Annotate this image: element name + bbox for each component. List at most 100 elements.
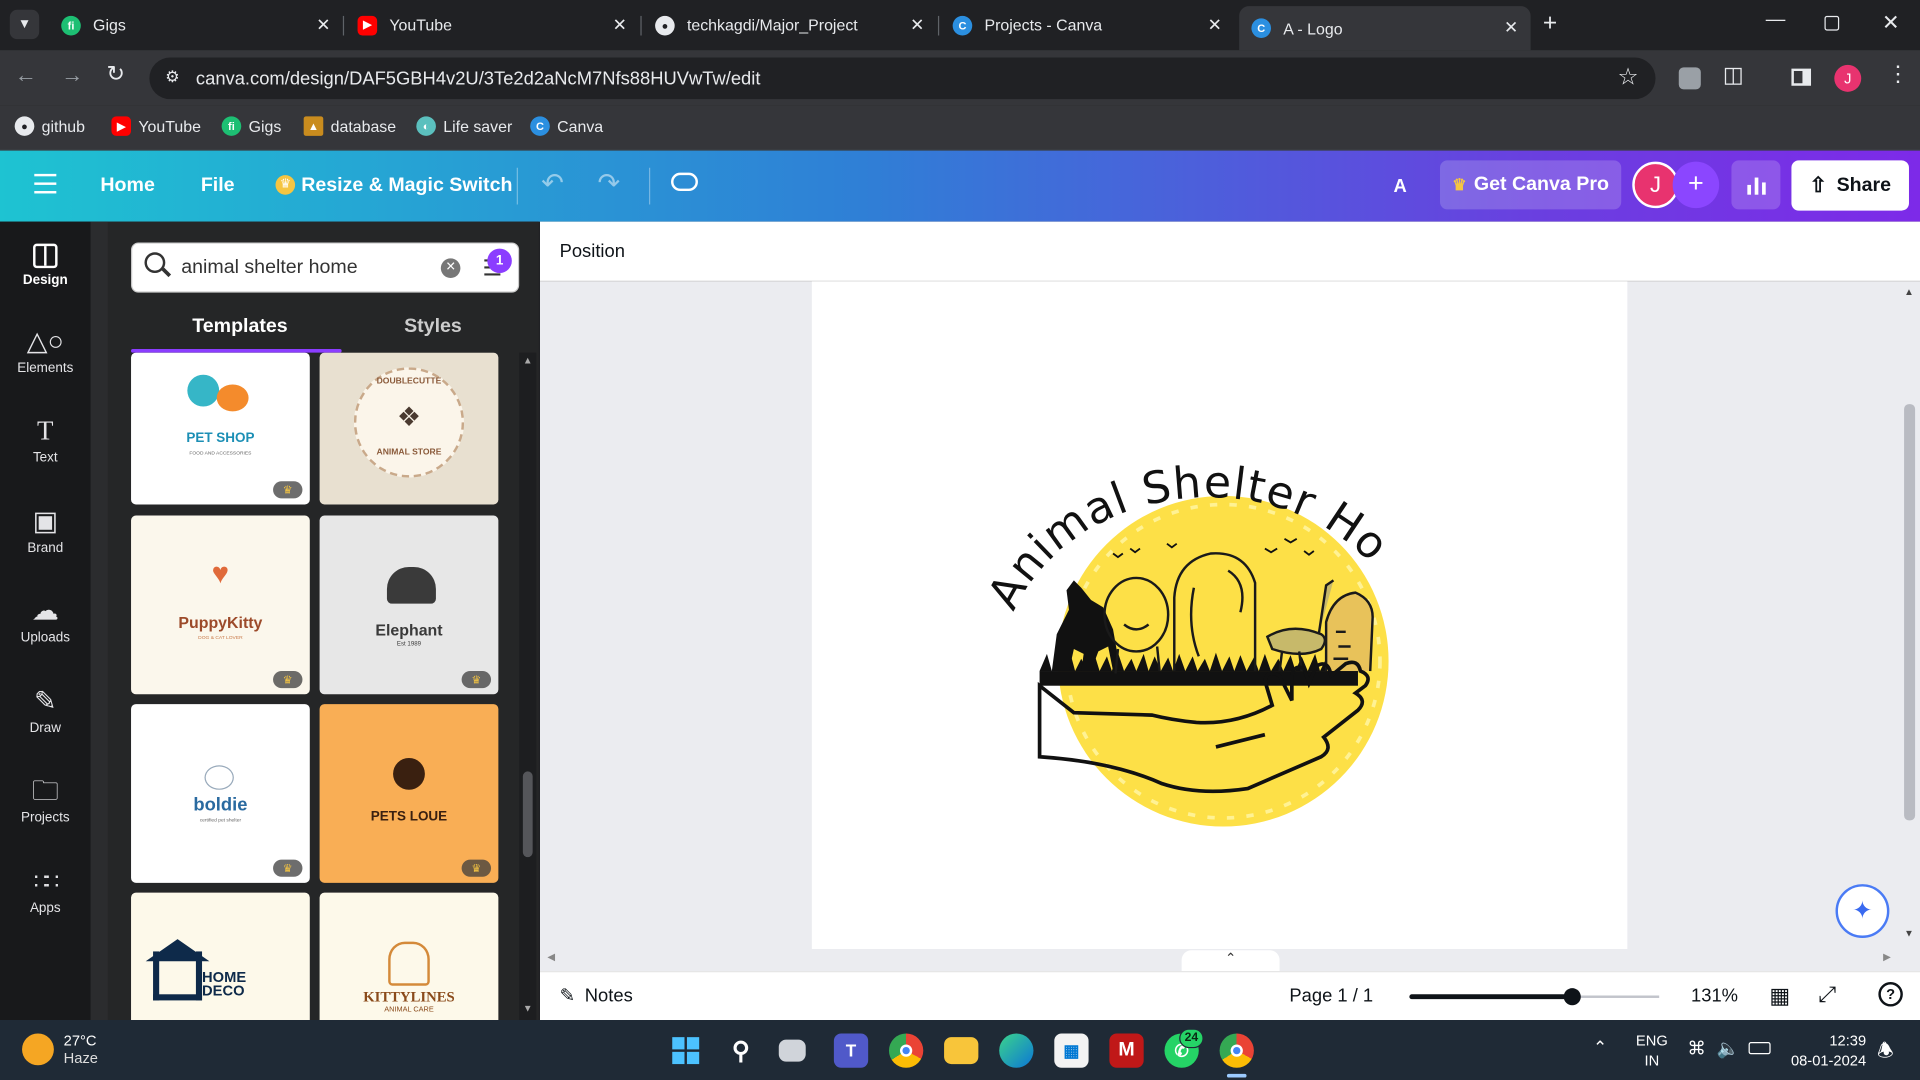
- close-tab-icon[interactable]: ✕: [1208, 15, 1222, 36]
- search-input[interactable]: [181, 254, 427, 282]
- file-explorer-icon[interactable]: [944, 1037, 979, 1065]
- add-collaborator-button[interactable]: +: [1672, 161, 1720, 209]
- rail-item-uploads[interactable]: ☁ Uploads: [0, 582, 91, 668]
- page-indicator[interactable]: Page 1 / 1: [1289, 986, 1373, 1007]
- document-title[interactable]: A: [1393, 176, 1406, 197]
- task-view-icon[interactable]: [778, 1039, 806, 1062]
- help-icon[interactable]: ?: [1878, 982, 1903, 1007]
- canvas-scrollbar[interactable]: ▲ ▼: [1898, 282, 1920, 949]
- canvas-scrollbar-thumb[interactable]: [1904, 404, 1916, 821]
- template-card[interactable]: ♥ PuppyKitty DOG & CAT LOVER ♛: [131, 515, 310, 695]
- home-button[interactable]: Home: [100, 175, 154, 197]
- taskbar-search-icon[interactable]: ⚲: [724, 1033, 758, 1067]
- template-card[interactable]: boldie certified pet shelter ♛: [131, 704, 310, 883]
- zoom-slider[interactable]: [1409, 988, 1660, 1006]
- animal-shelter-logo[interactable]: Animal Shelter Home: [812, 282, 1628, 949]
- show-pages-button[interactable]: ⌃: [1181, 950, 1280, 973]
- rail-item-elements[interactable]: △○ Elements: [0, 312, 91, 398]
- clock[interactable]: 12:39 08-01-2024: [1785, 1031, 1866, 1070]
- tab-templates[interactable]: Templates: [192, 316, 287, 338]
- file-menu-button[interactable]: File: [201, 175, 235, 197]
- template-card[interactable]: HOME DECO: [131, 892, 310, 1021]
- reload-icon[interactable]: ↻: [107, 61, 125, 87]
- extension-icon[interactable]: [1678, 67, 1701, 90]
- close-tab-icon[interactable]: ✕: [1504, 17, 1518, 38]
- weather-widget[interactable]: 27°C Haze: [22, 1032, 98, 1067]
- restore-button[interactable]: [1824, 15, 1840, 31]
- bookmark-canva[interactable]: C Canva: [530, 116, 603, 136]
- close-window-button[interactable]: ✕: [1882, 11, 1899, 35]
- insights-button[interactable]: [1731, 160, 1781, 210]
- teams-icon[interactable]: T: [833, 1033, 869, 1068]
- rail-item-text[interactable]: T Text: [0, 402, 91, 488]
- side-panel-icon[interactable]: [1791, 68, 1812, 86]
- windows-start-icon[interactable]: [669, 1033, 703, 1067]
- tab-styles[interactable]: Styles: [404, 316, 462, 338]
- resize-magic-switch-button[interactable]: Resize & Magic Switch: [301, 175, 512, 197]
- zoom-level[interactable]: 131%: [1691, 986, 1738, 1007]
- template-card[interactable]: ❖ DOUBLECUTTE ANIMAL STORE: [319, 352, 499, 505]
- bookmark-youtube[interactable]: ▶ YouTube: [111, 116, 201, 136]
- template-scrollbar[interactable]: ▲ ▼: [519, 352, 537, 1021]
- close-tab-icon[interactable]: ✕: [613, 15, 627, 36]
- notification-bell-icon[interactable]: 🕭: [1877, 1038, 1893, 1069]
- chrome-icon[interactable]: [888, 1033, 924, 1068]
- fullscreen-icon[interactable]: ⤢: [1818, 982, 1836, 1008]
- profile-avatar[interactable]: J: [1834, 64, 1862, 92]
- mcafee-icon[interactable]: M: [1109, 1033, 1144, 1068]
- minimize-button[interactable]: —: [1766, 10, 1786, 32]
- template-card[interactable]: Elephant Est 1989 ♛: [319, 515, 499, 695]
- bookmark-gigs[interactable]: fi Gigs: [221, 116, 281, 136]
- forward-icon[interactable]: →: [61, 62, 83, 88]
- panel-scrollbar-left[interactable]: [90, 221, 108, 1021]
- rail-item-design[interactable]: Design: [0, 222, 91, 308]
- grid-view-icon[interactable]: ▦: [1769, 983, 1790, 1009]
- browser-tab-gigs[interactable]: fi Gigs ✕: [49, 7, 343, 43]
- address-bar[interactable]: ⚙ canva.com/design/DAF5GBH4v2U/3Te2d2aNc…: [149, 57, 1656, 100]
- position-button[interactable]: Position: [560, 241, 625, 262]
- undo-icon[interactable]: ↶: [541, 168, 564, 200]
- new-tab-button[interactable]: +: [1543, 10, 1557, 38]
- edge-icon[interactable]: [999, 1033, 1034, 1068]
- wifi-icon[interactable]: ⌘: [1687, 1037, 1705, 1059]
- close-tab-icon[interactable]: ✕: [910, 15, 924, 36]
- show-hidden-icons[interactable]: ⌃: [1593, 1037, 1607, 1058]
- redo-icon[interactable]: ↷: [598, 168, 621, 200]
- site-info-icon[interactable]: ⚙: [165, 67, 179, 87]
- chrome-profile-icon[interactable]: [1219, 1033, 1254, 1068]
- scrollbar-thumb[interactable]: [522, 771, 533, 858]
- cloud-saved-icon[interactable]: [671, 172, 698, 192]
- close-tab-icon[interactable]: ✕: [316, 15, 330, 36]
- clear-search-icon[interactable]: ✕: [440, 258, 461, 278]
- store-icon[interactable]: ▦: [1054, 1033, 1089, 1068]
- browser-tab-a-logo[interactable]: C A - Logo ✕: [1239, 6, 1531, 51]
- rail-item-brand[interactable]: ▣ Brand: [0, 492, 91, 578]
- design-page[interactable]: Animal Shelter Home: [811, 281, 1628, 949]
- template-card[interactable]: PET SHOP FOOD AND ACCESSORIES ♛: [131, 352, 310, 505]
- bookmark-database[interactable]: ▲ database: [303, 116, 396, 136]
- bookmark-github[interactable]: ● github: [14, 116, 85, 136]
- browser-tab-github[interactable]: ● techkagdi/Major_Project ✕: [643, 7, 937, 43]
- browser-tab-youtube[interactable]: ▶ YouTube ✕: [345, 7, 639, 43]
- browser-menu-icon[interactable]: ⋮: [1887, 61, 1909, 87]
- main-menu-icon[interactable]: [34, 173, 57, 194]
- share-button[interactable]: ⇧ Share: [1791, 160, 1909, 211]
- zoom-slider-thumb[interactable]: [1563, 988, 1581, 1006]
- template-card[interactable]: KITTYLINES ANIMAL CARE: [319, 892, 499, 1021]
- extensions-puzzle-icon[interactable]: ◫: [1723, 62, 1744, 88]
- rail-item-apps[interactable]: ∷∷ Apps: [0, 852, 91, 938]
- volume-icon[interactable]: 🔈: [1717, 1037, 1740, 1059]
- tab-search-button[interactable]: ▼: [9, 9, 40, 40]
- bookmark-star-icon[interactable]: ☆: [1617, 64, 1638, 92]
- browser-tab-projects-canva[interactable]: C Projects - Canva ✕: [940, 7, 1234, 43]
- rail-item-projects[interactable]: 🗀 Projects: [0, 762, 91, 848]
- bookmark-life-saver[interactable]: ◐ Life saver: [416, 116, 512, 136]
- notes-button[interactable]: ✎ Notes: [560, 984, 633, 1006]
- language-indicator[interactable]: ENG IN: [1636, 1031, 1668, 1070]
- template-card[interactable]: PETS LOUE ♛: [319, 704, 499, 883]
- battery-icon[interactable]: [1748, 1042, 1771, 1055]
- rail-item-draw[interactable]: ✎ Draw: [0, 672, 91, 758]
- magic-assistant-button[interactable]: ✦: [1835, 884, 1890, 938]
- back-icon[interactable]: ←: [15, 62, 37, 88]
- get-canva-pro-button[interactable]: ♛ Get Canva Pro: [1440, 160, 1622, 210]
